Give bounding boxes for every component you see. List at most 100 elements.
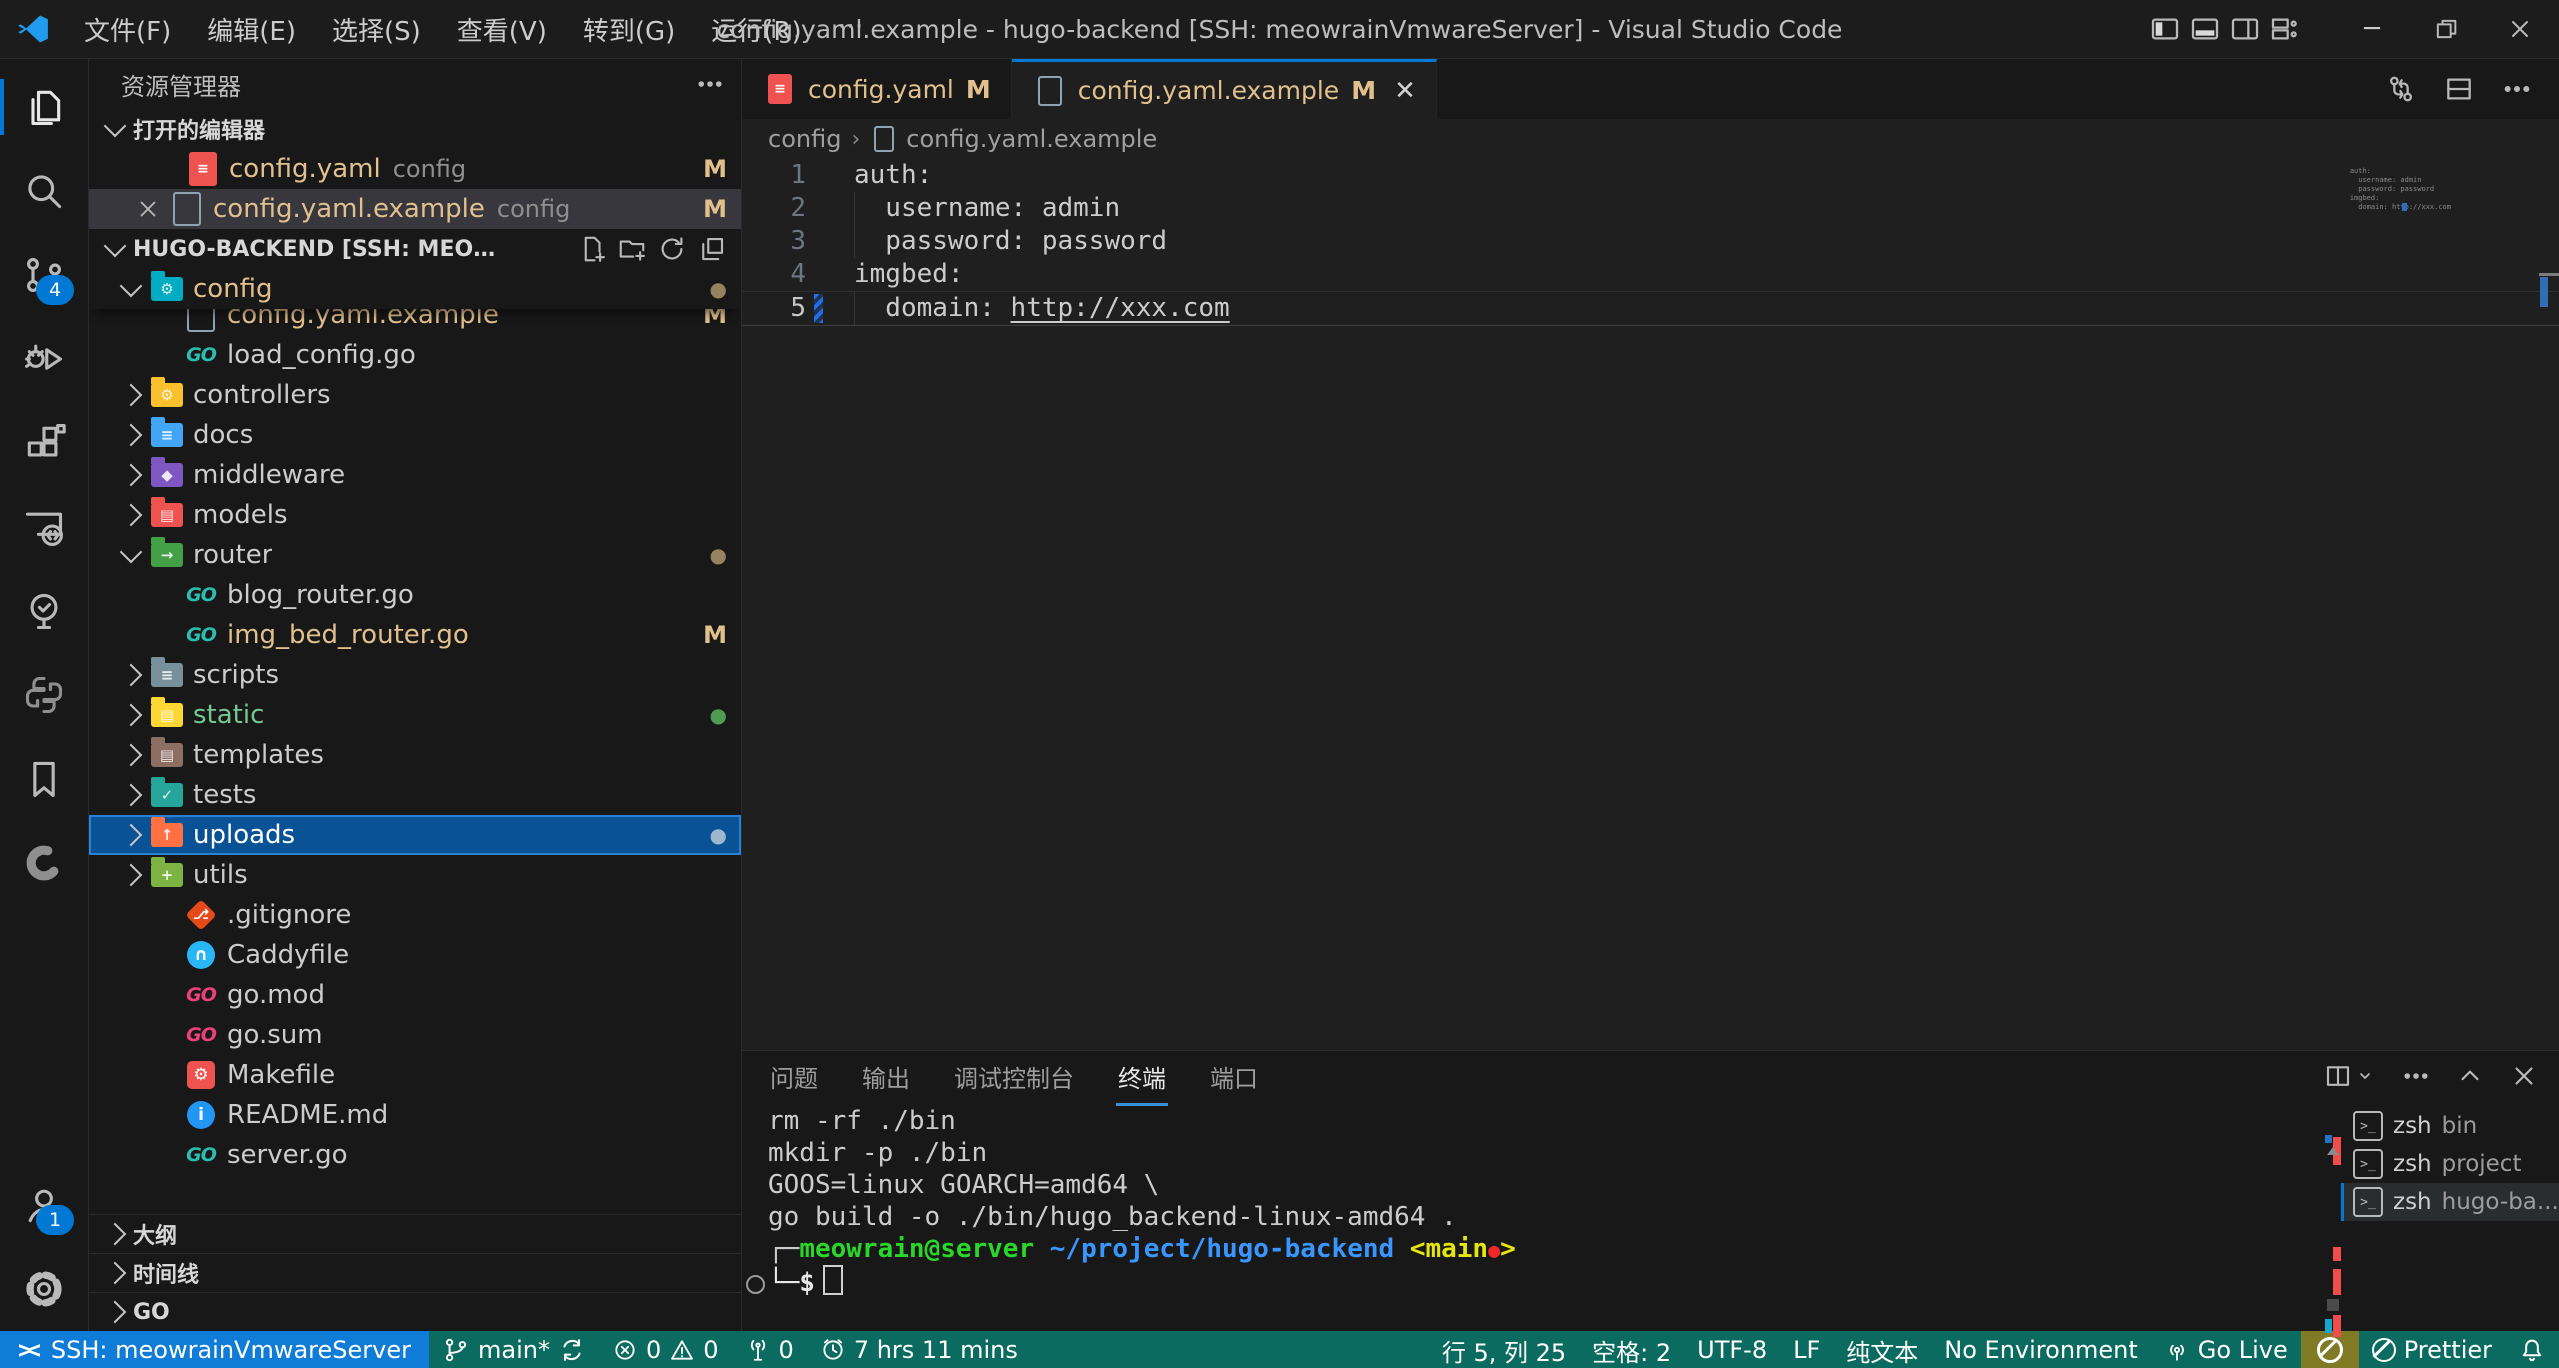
- problems-indicator[interactable]: 0 0: [599, 1331, 732, 1368]
- activitybar-run-debug[interactable]: [0, 317, 88, 401]
- editor-more-actions-icon[interactable]: [2501, 73, 2533, 105]
- notifications-bell[interactable]: [2505, 1331, 2559, 1368]
- tree-folder-middleware[interactable]: ◆ middleware: [89, 455, 741, 495]
- tree-file-readme[interactable]: i README.md: [89, 1095, 741, 1135]
- encoding[interactable]: UTF-8: [1684, 1331, 1780, 1368]
- panel-tab-output[interactable]: 输出: [860, 1053, 912, 1100]
- tree-file-load-config-go[interactable]: GO load_config.go: [89, 335, 741, 375]
- close-panel-icon[interactable]: [2509, 1061, 2539, 1091]
- explorer-more-actions-icon[interactable]: [695, 69, 725, 99]
- indentation[interactable]: 空格: 2: [1579, 1331, 1684, 1368]
- terminal-scroll-decorations[interactable]: [2323, 1107, 2341, 1331]
- customize-layout-icon[interactable]: [2269, 13, 2301, 45]
- command-decoration-icon[interactable]: [746, 1275, 765, 1294]
- go-live-button[interactable]: Go Live: [2151, 1331, 2301, 1368]
- go-section[interactable]: GO: [89, 1292, 741, 1331]
- panel-tab-ports[interactable]: 端口: [1208, 1053, 1260, 1100]
- tree-folder-router[interactable]: → router ●: [89, 535, 741, 575]
- timeline-section[interactable]: 时间线: [89, 1253, 741, 1292]
- menu-edit[interactable]: 编辑(E): [191, 7, 312, 52]
- language-mode[interactable]: 纯文本: [1833, 1331, 1931, 1368]
- panel-tab-debug-console[interactable]: 调试控制台: [952, 1053, 1076, 1100]
- close-window-button[interactable]: [2487, 1, 2553, 57]
- activitybar-account[interactable]: 1: [0, 1163, 88, 1247]
- tree-folder-docs[interactable]: ≡ docs: [89, 415, 741, 455]
- toggle-sidebar-icon[interactable]: [2149, 13, 2181, 45]
- tree-file-server-go[interactable]: GO server.go: [89, 1135, 741, 1175]
- menu-goto[interactable]: 转到(G): [567, 7, 691, 52]
- tree-folder-scripts[interactable]: ≡ scripts: [89, 655, 741, 695]
- tree-file-go-sum[interactable]: GO go.sum: [89, 1015, 741, 1055]
- menu-selection[interactable]: 选择(S): [316, 7, 437, 52]
- tree-file-config-yaml-example[interactable]: config.yaml.example M: [89, 309, 741, 335]
- tree-file-gitignore[interactable]: ⎇ .gitignore: [89, 895, 741, 935]
- breadcrumb-file[interactable]: config.yaml.example: [906, 125, 1157, 153]
- close-editor-icon[interactable]: [135, 196, 161, 222]
- terminal-instance-bin[interactable]: >_ zshbin: [2341, 1107, 2559, 1145]
- tab-config-yaml[interactable]: ≡ config.yaml M: [742, 59, 1012, 119]
- terminal-instance-hugo-backend[interactable]: >_ zshhugo-ba...: [2341, 1183, 2559, 1221]
- breadcrumb-folder[interactable]: config: [768, 125, 841, 153]
- activitybar-extensions[interactable]: [0, 401, 88, 485]
- menu-file[interactable]: 文件(F): [68, 7, 187, 52]
- remote-indicator[interactable]: >< SSH: meowrainVmwareServer: [0, 1331, 429, 1368]
- activitybar-explorer[interactable]: [0, 65, 88, 149]
- activitybar-bookmarks[interactable]: [0, 737, 88, 821]
- tree-folder-tests[interactable]: ✓ tests: [89, 775, 741, 815]
- activitybar-search[interactable]: [0, 149, 88, 233]
- open-editor-config-yaml-example[interactable]: config.yaml.example config M: [89, 189, 741, 229]
- open-editor-config-yaml[interactable]: ≡ config.yaml config M: [89, 149, 741, 189]
- ports-indicator[interactable]: 0: [732, 1331, 807, 1368]
- menu-view[interactable]: 查看(V): [441, 7, 563, 52]
- open-editors-header[interactable]: 打开的编辑器: [89, 109, 741, 149]
- branch-indicator[interactable]: main*: [429, 1331, 599, 1368]
- tree-folder-templates[interactable]: ▤ templates: [89, 735, 741, 775]
- split-editor-icon[interactable]: [2443, 73, 2475, 105]
- close-tab-icon[interactable]: ✕: [1394, 76, 1416, 106]
- collapse-folders-icon[interactable]: [697, 234, 727, 264]
- terminal-instance-project[interactable]: >_ zshproject: [2341, 1145, 2559, 1183]
- tree-file-makefile[interactable]: ⚙ Makefile: [89, 1055, 741, 1095]
- panel-more-actions-icon[interactable]: [2401, 1061, 2431, 1091]
- activitybar-python[interactable]: [0, 653, 88, 737]
- url-link[interactable]: http://xxx.com: [1011, 292, 1230, 325]
- new-folder-icon[interactable]: [617, 234, 647, 264]
- activitybar-todo-tree[interactable]: [0, 569, 88, 653]
- tree-file-caddyfile[interactable]: ∩ Caddyfile: [89, 935, 741, 975]
- workspace-section-header[interactable]: HUGO-BACKEND [SSH: MEOWRAINVMWARE...: [89, 229, 741, 269]
- editor-code-area[interactable]: 1auth: 2 username: admin 3 password: pas…: [742, 159, 2559, 1050]
- tree-file-go-mod[interactable]: GO go.mod: [89, 975, 741, 1015]
- tree-folder-controllers[interactable]: ⚙ controllers: [89, 375, 741, 415]
- refresh-explorer-icon[interactable]: [657, 234, 687, 264]
- cursor-position[interactable]: 行 5, 列 25: [1429, 1331, 1579, 1368]
- tree-folder-models[interactable]: ▤ models: [89, 495, 741, 535]
- minimap[interactable]: auth: username: admin password: password…: [2350, 167, 2451, 212]
- open-changes-icon[interactable]: [2385, 73, 2417, 105]
- outline-section[interactable]: 大纲: [89, 1214, 741, 1253]
- overview-ruler[interactable]: [2539, 159, 2559, 1050]
- panel-tab-problems[interactable]: 问题: [768, 1053, 820, 1100]
- terminal[interactable]: rm -rf ./bin mkdir -p ./bin GOOS=linux G…: [742, 1101, 2559, 1331]
- tree-folder-uploads[interactable]: ↑ uploads ●: [89, 815, 741, 855]
- panel-tab-terminal[interactable]: 终端: [1116, 1053, 1168, 1100]
- tree-file-blog-router-go[interactable]: GO blog_router.go: [89, 575, 741, 615]
- python-environment[interactable]: No Environment: [1931, 1331, 2151, 1368]
- activitybar-source-control[interactable]: 4: [0, 233, 88, 317]
- tree-folder-static[interactable]: ▤ static ●: [89, 695, 741, 735]
- minimize-button[interactable]: ─: [2339, 1, 2405, 57]
- activitybar-extension-c[interactable]: [0, 821, 88, 905]
- prettier-status[interactable]: Prettier: [2359, 1331, 2505, 1368]
- tab-config-yaml-example[interactable]: config.yaml.example M ✕: [1012, 59, 1437, 119]
- toggle-secondary-sidebar-icon[interactable]: [2229, 13, 2261, 45]
- tree-folder-utils[interactable]: + utils: [89, 855, 741, 895]
- eol-sequence[interactable]: LF: [1780, 1331, 1833, 1368]
- restore-button[interactable]: [2413, 1, 2479, 57]
- toggle-panel-icon[interactable]: [2189, 13, 2221, 45]
- tree-folder-config[interactable]: ⚙ config ●: [89, 269, 741, 309]
- extension-status-button[interactable]: [2301, 1331, 2359, 1368]
- split-terminal-icon[interactable]: [2323, 1061, 2377, 1091]
- maximize-panel-icon[interactable]: [2455, 1061, 2485, 1091]
- activitybar-remote-explorer[interactable]: [0, 485, 88, 569]
- new-file-icon[interactable]: [577, 234, 607, 264]
- tree-file-img-bed-router-go[interactable]: GO img_bed_router.go M: [89, 615, 741, 655]
